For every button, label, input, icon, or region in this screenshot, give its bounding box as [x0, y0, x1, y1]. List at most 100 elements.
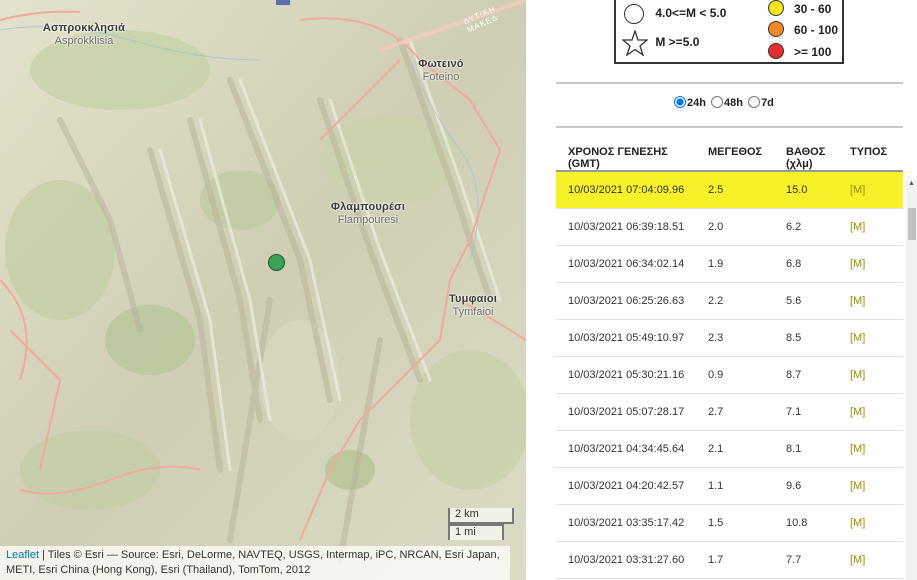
earthquake-table: ΧΡΟΝΟΣ ΓΕΝΕΣΗΣ (GMT) ΜΕΓΕΘΟΣ ΒΑΘΟΣ (χλμ)… [556, 132, 903, 579]
divider [556, 82, 903, 84]
map-attribution: Leaflet | Tiles © Esri — Source: Esri, D… [0, 546, 510, 580]
place-name-greek: Φλαμπουρέσι [330, 201, 406, 213]
radio-24h[interactable] [674, 96, 686, 108]
radio-48h[interactable] [711, 96, 724, 108]
cell-depth: 7.7 [774, 541, 838, 579]
cell-magnitude: 1.1 [696, 467, 774, 505]
attribution-text: | Tiles © Esri — Source: Esri, DeLorme, … [6, 549, 500, 576]
cell-origin-time: 10/03/2021 05:49:10.97 [556, 319, 696, 357]
depth-swatch-yellow [768, 0, 784, 16]
col-origin-time[interactable]: ΧΡΟΝΟΣ ΓΕΝΕΣΗΣ (GMT) [556, 132, 696, 172]
legend-magnitude-label: M >=5.0 [655, 35, 700, 50]
table-row[interactable]: 10/03/2021 07:04:09.96 2.5 15.0 [M] [556, 171, 903, 209]
scale-imperial: 1 mi [448, 524, 504, 540]
star-icon [621, 28, 649, 57]
cell-magnitude: 0.9 [696, 356, 774, 394]
scrollbar[interactable]: ▲ [906, 180, 917, 580]
radio-7d[interactable] [748, 96, 761, 108]
table-row[interactable]: 10/03/2021 05:07:28.17 2.7 7.1 [M] [556, 393, 903, 431]
col-type[interactable]: ΤΥΠΟΣ [838, 132, 903, 172]
cell-magnitude: 2.7 [696, 393, 774, 431]
depth-label: >= 100 [794, 45, 832, 59]
table-row[interactable]: 10/03/2021 06:39:18.51 2.0 6.2 [M] [556, 208, 903, 246]
place-name-latin: Asprokklisia [54, 35, 114, 47]
place-name-greek: Ασπροκκλησιά [42, 22, 126, 34]
circle-icon [624, 4, 644, 24]
cell-type: [M] [838, 430, 903, 468]
place-name-latin: Tymfaioi [452, 306, 494, 318]
cell-magnitude: 2.2 [696, 282, 774, 320]
cell-depth: 8.1 [774, 430, 838, 468]
cell-type: [M] [838, 245, 903, 283]
cell-depth: 9.6 [774, 467, 838, 505]
legend-magnitude-row-2: M >=5.0 [621, 28, 700, 57]
cell-origin-time: 10/03/2021 04:20:42.57 [556, 467, 696, 505]
table-header-row: ΧΡΟΝΟΣ ΓΕΝΕΣΗΣ (GMT) ΜΕΓΕΘΟΣ ΒΑΘΟΣ (χλμ)… [556, 132, 903, 172]
radio-label-48h[interactable]: 48h [724, 97, 743, 109]
cell-origin-time: 10/03/2021 03:31:27.60 [556, 541, 696, 579]
place-name-greek: Τυμφαιοι [448, 293, 498, 305]
radio-label-7d[interactable]: 7d [761, 97, 774, 109]
cell-type: [M] [838, 356, 903, 394]
cell-origin-time: 10/03/2021 07:04:09.96 [556, 171, 696, 209]
table-body: 10/03/2021 07:04:09.96 2.5 15.0 [M] 10/03/20… [556, 171, 903, 579]
scroll-up-icon[interactable]: ▲ [906, 180, 917, 187]
cell-origin-time: 10/03/2021 06:39:18.51 [556, 208, 696, 246]
cell-depth: 15.0 [774, 171, 838, 209]
scale-bar: 2 km 1 mi [448, 508, 514, 540]
cell-depth: 7.1 [774, 393, 838, 431]
table-row[interactable]: 10/03/2021 03:31:27.60 1.7 7.7 [M] [556, 541, 903, 579]
table-row[interactable]: 10/03/2021 03:35:17.42 1.5 10.8 [M] [556, 504, 903, 542]
cell-origin-time: 10/03/2021 03:35:17.42 [556, 504, 696, 542]
depth-swatch-red [768, 43, 784, 59]
cell-type: [M] [838, 393, 903, 431]
radio-label-24h[interactable]: 24h [687, 97, 706, 109]
period-selector: 24h 48h 7d [674, 96, 776, 109]
cell-origin-time: 10/03/2021 04:34:45.64 [556, 430, 696, 468]
earthquake-panel: 4.0<=M < 5.0 M >=5.0 30 - 60 60 - 100 >=… [556, 0, 917, 580]
cell-magnitude: 1.7 [696, 541, 774, 579]
cell-origin-time: 10/03/2021 06:34:02.14 [556, 245, 696, 283]
cell-type: [M] [838, 282, 903, 320]
cell-magnitude: 2.5 [696, 171, 774, 209]
scroll-thumb[interactable] [908, 208, 916, 240]
cell-type: [M] [838, 208, 903, 246]
place-flampouresi: Φλαμπουρέσι Flampouresi [325, 201, 411, 227]
col-magnitude[interactable]: ΜΕΓΕΘΟΣ [696, 132, 774, 172]
col-depth[interactable]: ΒΑΘΟΣ (χλμ) [774, 132, 838, 172]
table-row[interactable]: 10/03/2021 05:49:10.97 2.3 8.5 [M] [556, 319, 903, 357]
earthquake-marker[interactable] [268, 254, 285, 271]
cell-type: [M] [838, 467, 903, 505]
depth-label: 30 - 60 [794, 2, 832, 16]
legend-magnitude-label: 4.0<=M < 5.0 [655, 6, 727, 21]
depth-swatch-orange [768, 21, 784, 37]
table-row[interactable]: 10/03/2021 04:34:45.64 2.1 8.1 [M] [556, 430, 903, 468]
map-view[interactable]: Ασπροκκλησιά Asprokklisia Φωτεινό Fotein… [0, 0, 526, 580]
cell-depth: 8.5 [774, 319, 838, 357]
cell-depth: 6.2 [774, 208, 838, 246]
scale-metric: 2 km [448, 508, 514, 524]
table-row[interactable]: 10/03/2021 06:25:26.63 2.2 5.6 [M] [556, 282, 903, 320]
cell-magnitude: 2.1 [696, 430, 774, 468]
place-name-latin: Foteino [422, 71, 460, 83]
place-foteino: Φωτεινό Foteino [409, 58, 473, 84]
cell-origin-time: 10/03/2021 06:25:26.63 [556, 282, 696, 320]
cell-type: [M] [838, 319, 903, 357]
cell-magnitude: 2.3 [696, 319, 774, 357]
cell-type: [M] [838, 171, 903, 209]
cell-type: [M] [838, 504, 903, 542]
place-tymfaioi: Τυμφαιοι Tymfaioi [441, 293, 505, 319]
depth-label: 60 - 100 [794, 23, 839, 37]
place-name-latin: Flampouresi [337, 214, 399, 226]
cell-depth: 8.7 [774, 356, 838, 394]
terrain-tiles [0, 0, 526, 580]
cell-depth: 6.8 [774, 245, 838, 283]
legend-magnitude-row-1: 4.0<=M < 5.0 [624, 4, 726, 24]
divider [556, 126, 903, 128]
cell-magnitude: 1.5 [696, 504, 774, 542]
table-row[interactable]: 10/03/2021 04:20:42.57 1.1 9.6 [M] [556, 467, 903, 505]
table-row[interactable]: 10/03/2021 06:34:02.14 1.9 6.8 [M] [556, 245, 903, 283]
leaflet-link[interactable]: Leaflet [6, 549, 39, 561]
cell-origin-time: 10/03/2021 05:07:28.17 [556, 393, 696, 431]
table-row[interactable]: 10/03/2021 05:30:21.16 0.9 8.7 [M] [556, 356, 903, 394]
